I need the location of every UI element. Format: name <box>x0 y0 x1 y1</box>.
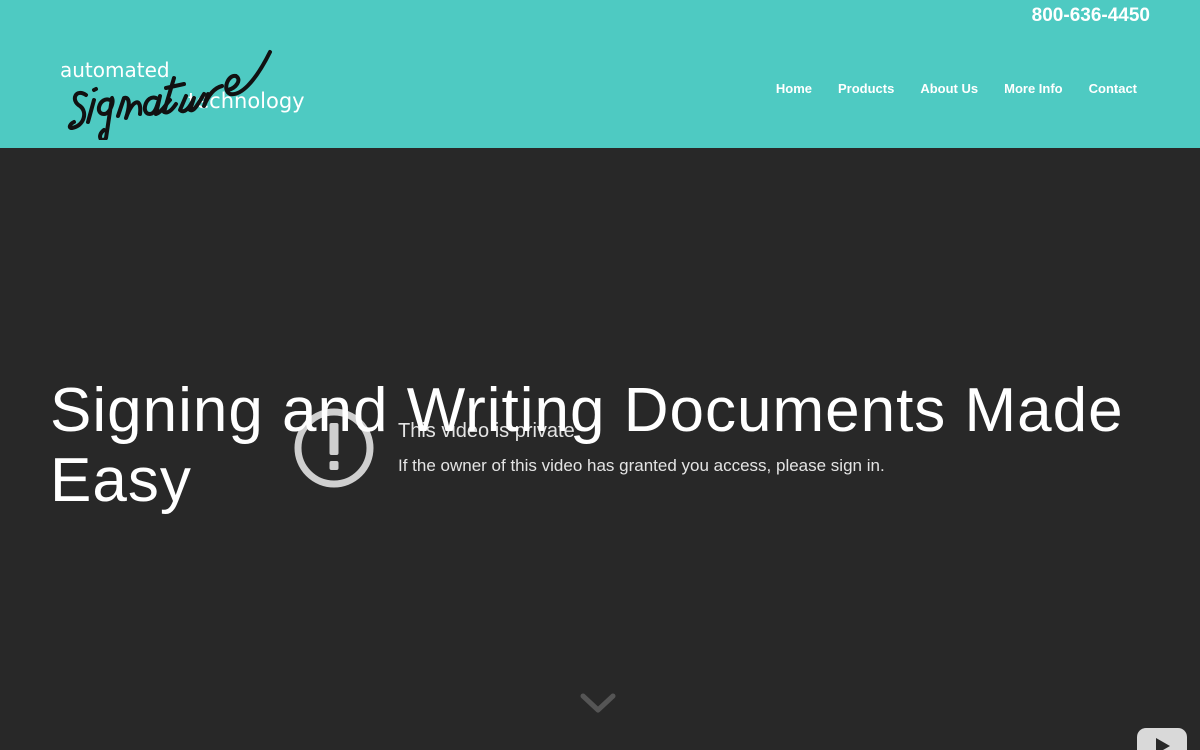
main-nav: Home Products About Us More Info Contact <box>763 80 1150 98</box>
chevron-down-icon[interactable] <box>578 692 618 716</box>
nav-products[interactable]: Products <box>825 80 907 98</box>
phone-number-link[interactable]: 800-636-4450 <box>1032 5 1150 27</box>
company-logo[interactable]: automated technology <box>58 40 308 140</box>
youtube-play-icon[interactable] <box>1137 728 1187 750</box>
logo-text-automated: automated <box>60 58 170 82</box>
logo-graphic: automated technology <box>60 50 305 140</box>
nav-home[interactable]: Home <box>763 80 825 98</box>
nav-more-info[interactable]: More Info <box>991 80 1076 98</box>
hero-title: Signing and Writing Documents Made Easy <box>50 376 1124 515</box>
nav-contact[interactable]: Contact <box>1076 80 1150 98</box>
play-triangle <box>1156 738 1170 750</box>
nav-about-us[interactable]: About Us <box>907 80 991 98</box>
hero-video-section: This video is private If the owner of th… <box>0 148 1200 750</box>
site-header: 800-636-4450 automated technology Home P… <box>0 0 1200 148</box>
